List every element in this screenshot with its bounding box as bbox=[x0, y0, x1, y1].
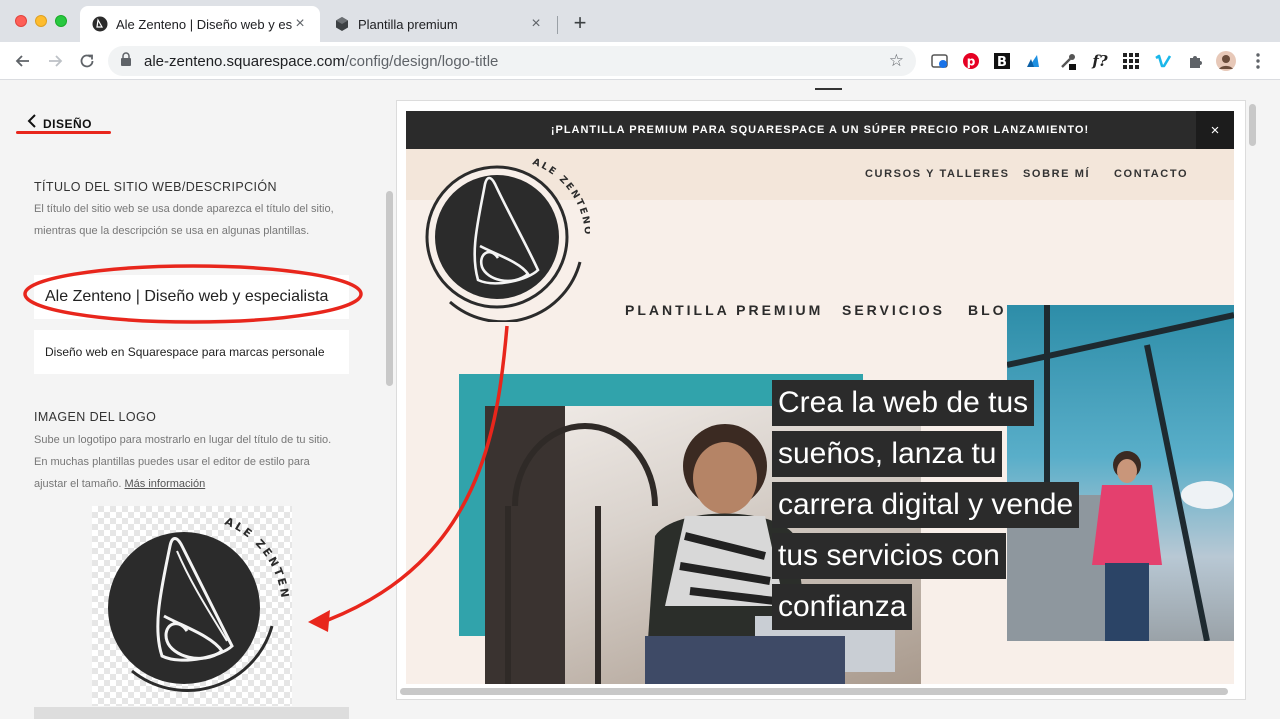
preview-drag-handle[interactable] bbox=[815, 88, 842, 90]
tab-plantilla-premium[interactable]: Plantilla premium × bbox=[322, 6, 556, 42]
url-host: ale-zenteno.squarespace.com bbox=[144, 52, 345, 70]
b-extension-icon[interactable]: B bbox=[992, 51, 1012, 71]
browser-toolbar: ale-zenteno.squarespace.com/config/desig… bbox=[0, 42, 1280, 80]
ale-zenteno-logo-icon: ALE ZENTENO bbox=[86, 496, 289, 692]
eyedropper-icon[interactable] bbox=[1058, 51, 1078, 71]
nav-sobre-mi[interactable]: SOBRE MÍ bbox=[1023, 168, 1090, 180]
new-tab-button[interactable]: + bbox=[568, 12, 592, 36]
nav-plantilla-premium[interactable]: PLANTILLA PREMIUM bbox=[625, 302, 823, 318]
hero-headline-line-2: sueños, lanza tu bbox=[772, 431, 1102, 477]
hero-headline-line-4: tus servicios con bbox=[772, 533, 1102, 579]
preview-vertical-scrollbar[interactable] bbox=[1249, 104, 1256, 146]
site-title-heading: TÍTULO DEL SITIO WEB/DESCRIPCIÓN bbox=[34, 180, 277, 194]
logo-image-heading: IMAGEN DEL LOGO bbox=[34, 410, 157, 424]
announcement-close-icon[interactable]: × bbox=[1196, 111, 1234, 149]
profile-avatar[interactable] bbox=[1216, 51, 1236, 71]
sail-extension-icon[interactable] bbox=[1024, 51, 1044, 71]
close-tab-icon[interactable]: × bbox=[292, 15, 308, 33]
svg-text:f?: f? bbox=[1091, 52, 1107, 70]
announcement-bar[interactable]: ¡PLANTILLA PREMIUM PARA SQUARESPACE A UN… bbox=[406, 111, 1234, 149]
back-label: DISEÑO bbox=[43, 116, 93, 131]
tab-separator bbox=[557, 16, 558, 34]
minimize-window-button[interactable] bbox=[35, 15, 47, 27]
site-title-input[interactable]: Ale Zenteno | Diseño web y especialista bbox=[34, 275, 349, 319]
screenshot-extension-icon[interactable] bbox=[930, 51, 950, 71]
hero-headline-line-5: confianza bbox=[772, 584, 1102, 630]
back-arrow-icon[interactable] bbox=[10, 48, 36, 74]
browser-tabbar: Ale Zenteno | Diseño web y esp × Plantil… bbox=[0, 0, 1280, 42]
design-panel: DISEÑO TÍTULO DEL SITIO WEB/DESCRIPCIÓN … bbox=[0, 81, 396, 719]
logo-toolbar bbox=[34, 707, 349, 719]
nav-contacto[interactable]: CONTACTO bbox=[1114, 168, 1188, 180]
site-description-input[interactable]: Diseño web en Squarespace para marcas pe… bbox=[34, 330, 349, 374]
hero-headline-line-3: carrera digital y vende bbox=[772, 482, 1102, 528]
reload-icon[interactable] bbox=[74, 48, 100, 74]
extensions-puzzle-icon[interactable] bbox=[1185, 51, 1205, 71]
pinterest-icon[interactable]: p bbox=[961, 51, 981, 71]
font-extension-icon[interactable]: f? bbox=[1090, 51, 1110, 71]
address-bar[interactable]: ale-zenteno.squarespace.com/config/desig… bbox=[108, 46, 916, 76]
bookmark-star-icon[interactable]: ☆ bbox=[889, 51, 904, 71]
maximize-window-button[interactable] bbox=[55, 15, 67, 27]
logo-image-description: Sube un logotipo para mostrarlo en lugar… bbox=[34, 429, 334, 495]
preview-horizontal-scrollbar[interactable] bbox=[400, 688, 1228, 695]
headline-text: sueños, lanza tu bbox=[772, 431, 1003, 477]
vimeo-icon[interactable] bbox=[1153, 51, 1173, 71]
headline-text: confianza bbox=[772, 584, 913, 630]
app-window: Ale Zenteno | Diseño web y esp × Plantil… bbox=[0, 0, 1280, 719]
headline-text: Crea la web de tus bbox=[772, 380, 1035, 426]
more-info-link[interactable]: Más información bbox=[125, 478, 206, 490]
preview-scroll-track bbox=[1246, 101, 1260, 699]
browser-menu-icon[interactable] bbox=[1248, 51, 1268, 71]
url-path: /config/design/logo-title bbox=[344, 52, 499, 70]
logo-image-upload[interactable]: ALE ZENTENO bbox=[86, 496, 292, 706]
headline-text: carrera digital y vende bbox=[772, 482, 1080, 528]
nav-cursos-talleres[interactable]: CURSOS Y TALLERES bbox=[865, 168, 1010, 180]
hero-headline-line-1: Crea la web de tus bbox=[772, 380, 1102, 426]
cube-favicon-icon bbox=[334, 16, 350, 32]
forward-arrow-icon[interactable] bbox=[42, 48, 68, 74]
tab-title: Plantilla premium bbox=[358, 16, 458, 32]
panel-scrollbar[interactable] bbox=[386, 191, 393, 386]
nav-servicios[interactable]: SERVICIOS bbox=[842, 302, 945, 318]
squarespace-favicon-icon bbox=[92, 16, 108, 32]
tab-ale-zenteno[interactable]: Ale Zenteno | Diseño web y esp × bbox=[80, 6, 320, 42]
lock-icon bbox=[120, 52, 134, 70]
site-title-description: El título del sitio web se usa donde apa… bbox=[34, 203, 334, 237]
site-logo-icon[interactable]: ALE ZENTENO bbox=[420, 152, 590, 322]
close-window-button[interactable] bbox=[15, 15, 27, 27]
tab-title: Ale Zenteno | Diseño web y esp bbox=[116, 16, 292, 32]
annotation-underline bbox=[16, 131, 111, 134]
grid-apps-icon[interactable] bbox=[1121, 51, 1141, 71]
svg-text:B: B bbox=[997, 55, 1007, 70]
close-tab-icon[interactable]: × bbox=[528, 15, 544, 33]
headline-text: tus servicios con bbox=[772, 533, 1006, 579]
svg-text:p: p bbox=[967, 55, 976, 69]
